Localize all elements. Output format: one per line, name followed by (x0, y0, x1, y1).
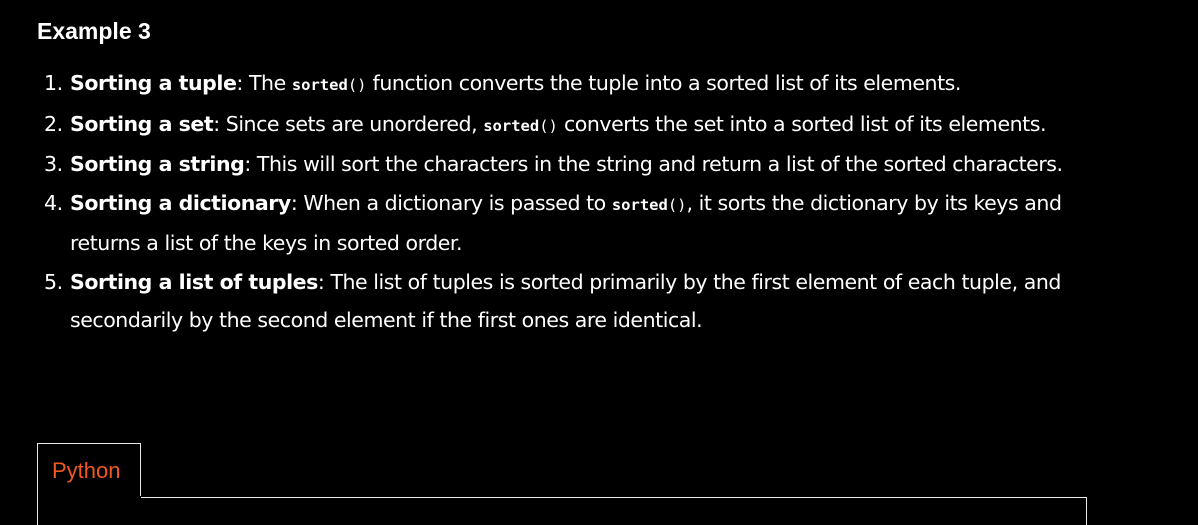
list-item-number: 2. (44, 111, 63, 136)
code-function-name: sorted (291, 76, 348, 94)
list-item-text: The (242, 71, 292, 95)
code-function-name: sorted (611, 195, 668, 214)
list-item: 3. Sorting a string: This will sort the c… (44, 145, 1079, 184)
code-parens: () (539, 116, 558, 135)
inline-code: sorted() (612, 196, 687, 214)
inline-code: sorted() (483, 117, 558, 135)
list-item-text: This will sort the characters in the str… (250, 152, 1063, 176)
list-item-text: converts the set into a sorted list of i… (557, 111, 1047, 136)
list-item-term: Sorting a set (70, 111, 214, 136)
list-item: 1. Sorting a tuple: The sorted() function… (44, 64, 1079, 105)
code-block (37, 497, 1087, 525)
code-language-tab[interactable]: Python (37, 443, 141, 498)
list-item-term: Sorting a dictionary (70, 190, 291, 215)
list-item-term: Sorting a list of tuples (70, 269, 318, 294)
tab-connector (38, 496, 141, 499)
list-item: 5. Sorting a list of tuples: The list of … (44, 263, 1079, 340)
inline-code: sorted() (292, 76, 367, 94)
list-item-number: 1. (44, 71, 63, 95)
tab-label-python: Python (52, 458, 121, 483)
list-item: 4. Sorting a dictionary: When a dictionar… (44, 184, 1079, 263)
code-parens: () (667, 195, 687, 214)
list-item-term: Sorting a tuple (70, 71, 237, 95)
list-item-text: function converts the tuple into a sorte… (366, 71, 962, 95)
code-function-name: sorted (483, 116, 540, 135)
list-item-number: 5. (44, 269, 63, 294)
section-heading: Example 3 (37, 18, 151, 44)
list-item-term: Sorting a string (70, 152, 245, 176)
list-item: 2. Sorting a set: Since sets are unordere… (44, 105, 1079, 146)
list-item-number: 3. (44, 152, 63, 176)
list-item-text: When a dictionary is passed to (297, 190, 612, 215)
explanation-list: 1. Sorting a tuple: The sorted() function… (44, 64, 1079, 340)
list-item-text: Since sets are unordered, (219, 111, 484, 136)
list-item-number: 4. (44, 190, 63, 215)
code-parens: () (347, 76, 367, 94)
